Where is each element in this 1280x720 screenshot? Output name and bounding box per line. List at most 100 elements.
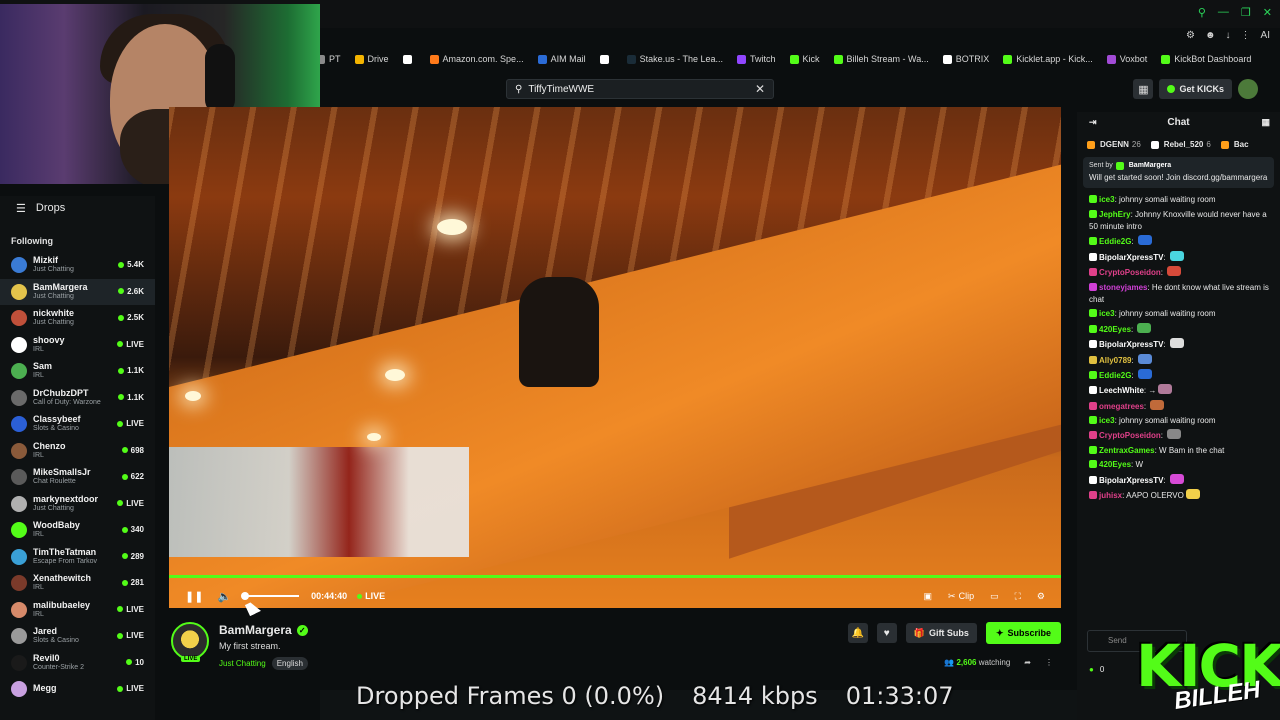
more-options-icon[interactable]: ⋮ (1045, 658, 1053, 667)
bookmark-item[interactable]: KickBot Dashboard (1161, 54, 1251, 64)
video-player[interactable]: ❚❚ 🔈 00:44:40 LIVE ▣ ✂ Clip ▭ ⛶ ⚙ (169, 107, 1061, 608)
chat-username[interactable]: CryptoPoseidon (1099, 268, 1161, 277)
chat-username[interactable]: ice3 (1099, 309, 1115, 318)
share-icon[interactable]: ➦ (1024, 658, 1031, 667)
chat-username[interactable]: 420Eyes (1099, 325, 1131, 334)
watching-label: watching (978, 658, 1011, 667)
bookmark-item[interactable] (599, 54, 613, 64)
bookmark-item[interactable]: Kick (789, 54, 820, 64)
chat-username[interactable]: BipolarXpressTV (1099, 253, 1163, 262)
collapse-chat-icon[interactable]: ⇥ (1089, 117, 1097, 128)
category-link[interactable]: Just Chatting (219, 659, 266, 668)
bookmark-item[interactable]: Kicklet.app - Kick... (1003, 54, 1093, 64)
chat-username[interactable]: BipolarXpressTV (1099, 340, 1163, 349)
live-dot-icon (118, 314, 125, 321)
user-avatar[interactable] (1238, 79, 1258, 99)
bookmark-item[interactable]: Voxbot (1106, 54, 1147, 64)
chat-username[interactable]: ice3 (1099, 416, 1115, 425)
sidebar-channel[interactable]: Revil0 Counter-Strike 2 10 (0, 650, 155, 677)
sidebar-channel[interactable]: malibubaeley IRL LIVE (0, 597, 155, 624)
live-indicator[interactable]: LIVE (357, 591, 385, 601)
gifter-badge-icon (1220, 140, 1229, 149)
top-gifter[interactable]: DGENN 26 (1087, 140, 1141, 149)
progress-bar[interactable] (169, 575, 1061, 578)
channel-category: Escape From Tarkov (33, 557, 98, 565)
follow-heart-button[interactable]: ♥ (876, 623, 897, 643)
subscribe-button[interactable]: ✦ Subscribe (985, 622, 1061, 644)
bookmark-item[interactable]: Twitch (736, 54, 776, 64)
chat-username[interactable]: Eddie2G (1099, 237, 1131, 246)
sidebar-channel[interactable]: Chenzo IRL 698 (0, 438, 155, 465)
channel-name: markynextdoor (33, 494, 99, 504)
sidebar-channel[interactable]: WoodBaby IRL 340 (0, 517, 155, 544)
chat-username[interactable]: ZentraxGames (1099, 446, 1155, 455)
bookmark-item[interactable]: Stake.us - The Lea... (626, 54, 723, 64)
bookmark-item[interactable]: Amazon.com. Spe... (429, 54, 524, 64)
channel-name[interactable]: BamMargera (219, 623, 292, 637)
sidebar-channel[interactable]: Jared Slots & Casino LIVE (0, 623, 155, 650)
download-icon[interactable]: ↓ (1226, 30, 1231, 41)
bookmark-item[interactable]: BOTRIX (942, 54, 989, 64)
chat-username[interactable]: stoneyjames (1099, 283, 1147, 292)
sidebar-channel[interactable]: nickwhite Just Chatting 2.5K (0, 305, 155, 332)
top-gifter[interactable]: Bac (1220, 140, 1252, 149)
sidebar-channel[interactable]: DrChubzDPT Call of Duty: Warzone 1.1K (0, 385, 155, 412)
bookmark-item[interactable]: Billeh Stream - Wa... (833, 54, 929, 64)
minimize-icon[interactable]: — (1218, 6, 1229, 19)
profile-icon[interactable]: ☻ (1205, 30, 1216, 41)
bookmark-item[interactable] (402, 54, 416, 64)
language-tag[interactable]: English (271, 657, 308, 670)
chat-username[interactable]: BipolarXpressTV (1099, 476, 1163, 485)
sidebar-channel[interactable]: Mizkif Just Chatting 5.4K (0, 252, 155, 279)
sidebar-channel[interactable]: shoovy IRL LIVE (0, 332, 155, 359)
menu-icon[interactable]: ⋮ (1241, 30, 1251, 41)
chat-username[interactable]: LeechWhite (1099, 386, 1144, 395)
top-gifter[interactable]: Rebel_520 6 (1150, 140, 1211, 149)
sidebar-channel[interactable]: Sam IRL 1.1K (0, 358, 155, 385)
close-icon[interactable]: ✕ (1263, 6, 1272, 19)
extensions-icon[interactable]: ⚙ (1186, 30, 1195, 41)
get-kicks-button[interactable]: Get KICKs (1159, 79, 1232, 99)
fullscreen-icon[interactable]: ⛶ (1015, 591, 1021, 602)
pinned-sender[interactable]: BamMargera (1129, 161, 1171, 170)
clip-button[interactable]: ✂ Clip (948, 591, 974, 602)
bookmark-item[interactable]: Drive (354, 54, 389, 64)
chat-username[interactable]: juhisx (1099, 491, 1122, 500)
gift-subs-button[interactable]: 🎁 Gift Subs (905, 623, 977, 643)
search-field[interactable]: ⚲ TiffyTimeWWE ✕ (506, 79, 774, 99)
chat-username[interactable]: Ally0789 (1099, 356, 1131, 365)
chat-emote-icon (1169, 338, 1184, 349)
restore-icon[interactable]: ❐ (1241, 6, 1251, 19)
volume-slider[interactable] (241, 592, 300, 600)
chat-username[interactable]: Eddie2G (1099, 371, 1131, 380)
elapsed-time: 00:44:40 (311, 591, 348, 601)
volume-icon[interactable]: 🔈 (217, 590, 231, 603)
mini-player-icon[interactable]: ▣ (924, 591, 933, 602)
sidebar-channel[interactable]: BamMargera Just Chatting 2.6K (0, 278, 155, 305)
viewer-count-value: 698 (130, 445, 144, 455)
sidebar-channel[interactable]: MikeSmallsJr Chat Roulette 622 (0, 464, 155, 491)
chat-username[interactable]: omegatrees (1099, 402, 1144, 411)
search-icon[interactable]: ⚲ (1198, 6, 1206, 19)
settings-icon[interactable]: ⚙ (1037, 591, 1045, 602)
sidebar-channel[interactable]: TimTheTatman Escape From Tarkov 289 (0, 544, 155, 571)
sidebar-channel[interactable]: Classybeef Slots & Casino LIVE (0, 411, 155, 438)
channel-category: IRL (33, 345, 44, 353)
layout-icon[interactable]: ▦ (1133, 79, 1154, 99)
sidebar-channel[interactable]: Xenathewitch IRL 281 (0, 570, 155, 597)
ai-button[interactable]: AI (1261, 30, 1270, 41)
drops-link[interactable]: ☰ Drops (0, 196, 155, 220)
channel-avatar[interactable] (171, 622, 209, 660)
chat-username[interactable]: CryptoPoseidon (1099, 431, 1161, 440)
sidebar-channel[interactable]: markynextdoor Just Chatting LIVE (0, 491, 155, 518)
clear-search-icon[interactable]: ✕ (755, 82, 765, 96)
chat-settings-icon[interactable]: ▦ (1261, 117, 1270, 128)
notification-bell-button[interactable]: 🔔 (847, 623, 868, 643)
theater-mode-icon[interactable]: ▭ (990, 591, 999, 602)
chat-username[interactable]: ice3 (1099, 195, 1115, 204)
bookmark-item[interactable]: AIM Mail (537, 54, 586, 64)
chat-username[interactable]: JephEry (1099, 210, 1131, 219)
chat-username[interactable]: 420Eyes (1099, 460, 1131, 469)
pause-button[interactable]: ❚❚ (185, 590, 203, 603)
sidebar-channel[interactable]: Megg LIVE (0, 676, 155, 703)
